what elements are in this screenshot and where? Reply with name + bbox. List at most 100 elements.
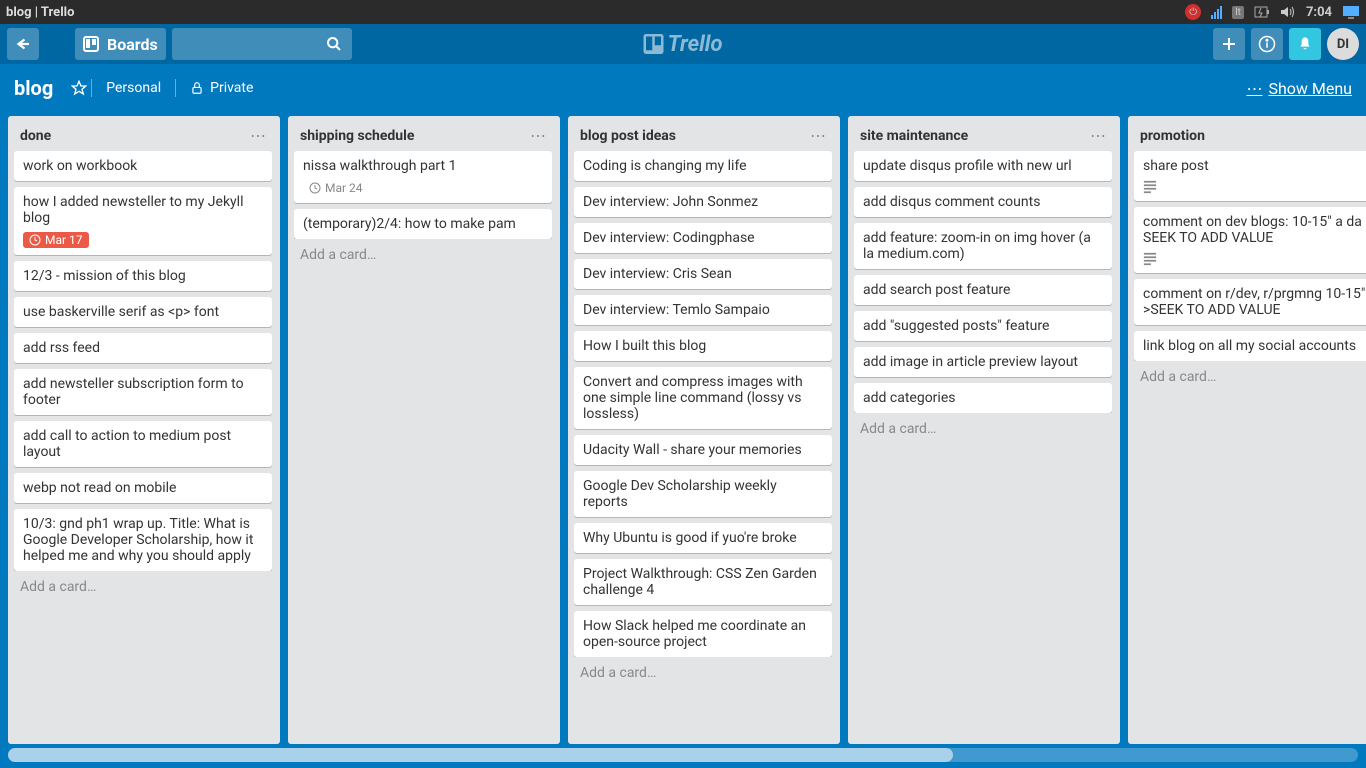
card-badges: Mar 17 [23,232,263,248]
card-title: add feature: zoom-in on img hover (a la … [863,230,1103,262]
search-input[interactable] [172,28,352,60]
power-icon[interactable]: ⏻ [1185,4,1201,20]
team-link[interactable]: Personal [106,80,161,96]
add-card-button[interactable]: Add a card… [294,239,554,267]
os-titlebar: blog | Trello ⏻ lt 7:04 [0,0,1366,24]
card[interactable]: how I added newsteller to my Jekyll blog… [14,187,272,255]
card[interactable]: Convert and compress images with one sim… [574,367,832,429]
horizontal-scrollbar[interactable] [8,748,1358,762]
list: shipping schedule⋯ nissa walkthrough part… [288,116,560,744]
list-title[interactable]: done [20,128,246,144]
card[interactable]: (temporary)2/4: how to make pam [294,209,552,239]
card[interactable]: add rss feed [14,333,272,363]
boards-button[interactable]: Boards [75,28,166,60]
card-title: add image in article preview layout [863,354,1103,370]
card[interactable]: nissa walkthrough part 1Mar 24 [294,151,552,203]
card[interactable]: Project Walkthrough: CSS Zen Garden chal… [574,559,832,605]
info-button[interactable] [1251,28,1283,60]
add-card-button[interactable]: Add a card… [1134,361,1366,389]
keyboard-layout[interactable]: lt [1232,6,1244,19]
volume-icon[interactable] [1280,5,1296,19]
card[interactable]: How Slack helped me coordinate an open-s… [574,611,832,657]
card[interactable]: Why Ubuntu is good if yuo're broke [574,523,832,553]
clock: 7:04 [1306,5,1332,20]
card-badges: Mar 24 [303,180,543,196]
card[interactable]: add image in article preview layout [854,347,1112,377]
card[interactable]: Udacity Wall - share your memories [574,435,832,465]
card[interactable]: update disqus profile with new url [854,151,1112,181]
description-icon [1143,252,1157,266]
card-title: Dev interview: John Sonmez [583,194,823,210]
board-header: blog Personal Private ⋯ Show Menu [0,64,1366,112]
notifications-button[interactable] [1289,28,1321,60]
card[interactable]: add feature: zoom-in on img hover (a la … [854,223,1112,269]
card[interactable]: comment on dev blogs: 10-15" a da > SEEK… [1134,207,1366,273]
monitor-icon[interactable] [1342,5,1360,19]
list-menu-button[interactable]: ⋯ [1086,126,1110,145]
card[interactable]: Dev interview: John Sonmez [574,187,832,217]
list: promotion⋯share post comment on dev blogs… [1128,116,1366,744]
show-menu-button[interactable]: ⋯ Show Menu [1246,79,1352,98]
card[interactable]: link blog on all my social accounts [1134,331,1366,361]
card-list: update disqus profile with new url add di… [854,151,1114,413]
card[interactable]: webp not read on mobile [14,473,272,503]
card-title: How Slack helped me coordinate an open-s… [583,618,823,650]
app-header: Boards Trello DI [0,24,1366,64]
search-icon [326,36,342,52]
card[interactable]: use baskerville serif as <p> font [14,297,272,327]
scrollbar-thumb[interactable] [8,748,953,762]
add-card-button[interactable]: Add a card… [574,657,834,685]
card[interactable]: How I built this blog [574,331,832,361]
add-card-button[interactable]: Add a card… [14,571,274,599]
card-title: comment on dev blogs: 10-15" a da > SEEK… [1143,214,1366,246]
add-card-button[interactable]: Add a card… [854,413,1114,441]
list-menu-button[interactable]: ⋯ [526,126,550,145]
card-list: Coding is changing my life Dev interview:… [574,151,834,657]
card[interactable]: 12/3 - mission of this blog [14,261,272,291]
card-title: Udacity Wall - share your memories [583,442,823,458]
boards-label: Boards [107,35,158,54]
list-title[interactable]: blog post ideas [580,128,806,144]
card-title: Google Dev Scholarship weekly reports [583,478,823,510]
card[interactable]: work on workbook [14,151,272,181]
card-title: Convert and compress images with one sim… [583,374,823,422]
list-title[interactable]: promotion [1140,128,1366,144]
add-button[interactable] [1213,28,1245,60]
card[interactable]: share post [1134,151,1366,201]
wifi-icon[interactable] [1211,5,1222,19]
card[interactable]: add categories [854,383,1112,413]
list-menu-button[interactable]: ⋯ [246,126,270,145]
back-button[interactable] [7,28,39,60]
card[interactable]: Coding is changing my life [574,151,832,181]
star-icon[interactable] [71,80,87,96]
card[interactable]: add search post feature [854,275,1112,305]
card[interactable]: add disqus comment counts [854,187,1112,217]
card[interactable]: 10/3: gnd ph1 wrap up. Title: What is Go… [14,509,272,571]
card[interactable]: comment on r/dev, r/prgmng 10-15" >SEEK … [1134,279,1366,325]
card-title: Dev interview: Temlo Sampaio [583,302,823,318]
card[interactable]: add "suggested posts" feature [854,311,1112,341]
card-title: add search post feature [863,282,1103,298]
list-title[interactable]: shipping schedule [300,128,526,144]
list: done⋯ work on workbook how I added newstel… [8,116,280,744]
trello-logo[interactable]: Trello [644,32,723,57]
list-header: promotion⋯ [1134,122,1366,151]
visibility-button[interactable]: Private [190,80,253,96]
card[interactable]: Google Dev Scholarship weekly reports [574,471,832,517]
card[interactable]: Dev interview: Cris Sean [574,259,832,289]
card[interactable]: add newsteller subscription form to foot… [14,369,272,415]
board-canvas[interactable]: done⋯work on workbookhow I added newstel… [0,112,1366,768]
card-title: link blog on all my social accounts [1143,338,1366,354]
board-name[interactable]: blog [14,76,53,100]
card-title: add disqus comment counts [863,194,1103,210]
list-title[interactable]: site maintenance [860,128,1086,144]
battery-icon[interactable] [1254,5,1270,19]
card-title: update disqus profile with new url [863,158,1103,174]
due-date-badge: Mar 24 [303,180,369,196]
card[interactable]: add call to action to medium post layout [14,421,272,467]
avatar[interactable]: DI [1327,28,1359,60]
list-header: site maintenance⋯ [854,122,1114,151]
list-menu-button[interactable]: ⋯ [806,126,830,145]
card[interactable]: Dev interview: Temlo Sampaio [574,295,832,325]
card[interactable]: Dev interview: Codingphase [574,223,832,253]
